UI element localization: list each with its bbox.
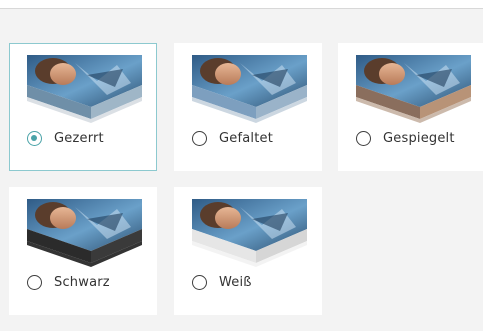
edge-preview-image [27, 199, 142, 273]
edge-preview-image [27, 55, 142, 129]
edge-option-gezerrt[interactable]: Gezerrt [9, 43, 157, 171]
edge-option-schwarz[interactable]: Schwarz [9, 187, 157, 315]
option-label: Gezerrt [54, 131, 104, 146]
option-label: Gespiegelt [383, 131, 455, 146]
edge-preview-image [356, 55, 471, 129]
radio-button[interactable] [192, 275, 207, 290]
option-label: Weiß [219, 275, 252, 290]
radio-button[interactable] [356, 131, 371, 146]
radio-button[interactable] [27, 275, 42, 290]
edge-preview-image [192, 199, 307, 273]
radio-button[interactable] [27, 131, 42, 146]
edge-option-gespiegelt[interactable]: Gespiegelt [338, 43, 483, 171]
radio-button[interactable] [192, 131, 207, 146]
top-divider [0, 0, 483, 9]
option-label: Schwarz [54, 275, 110, 290]
edge-option-gefaltet[interactable]: Gefaltet [174, 43, 322, 171]
edge-option-weiss[interactable]: Weiß [174, 187, 322, 315]
option-label: Gefaltet [219, 131, 274, 146]
edge-preview-image [192, 55, 307, 129]
